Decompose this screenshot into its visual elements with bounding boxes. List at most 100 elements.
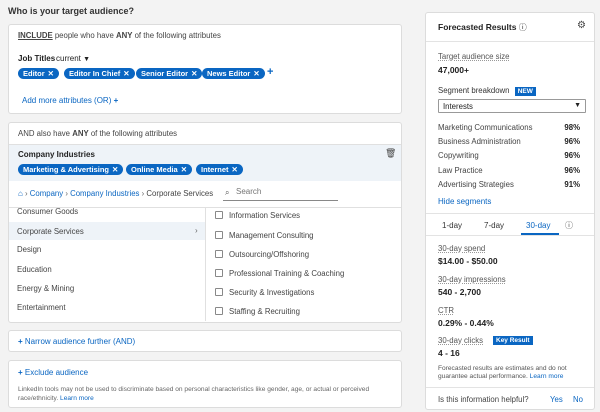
breadcrumb-company[interactable]: Company xyxy=(30,189,63,198)
yes-button[interactable]: Yes xyxy=(550,395,563,404)
pill-marketing-advertising[interactable]: Marketing & Advertising ✕ xyxy=(18,164,124,175)
forecast-footnote: Forecasted results are estimates and do … xyxy=(438,365,567,380)
add-more-attributes-button[interactable]: Add more attributes (OR) + xyxy=(22,96,118,105)
segment-name: Law Practice xyxy=(438,166,483,175)
forecast-divider xyxy=(426,41,594,42)
breadcrumb-company-industries[interactable]: Company Industries xyxy=(70,189,139,198)
pill-senior-editor[interactable]: Senior Editor ✕ xyxy=(136,68,203,79)
stat-value: 540 - 2,700 xyxy=(438,287,482,297)
remove-icon[interactable]: ✕ xyxy=(123,69,129,78)
segment-name: Copywriting xyxy=(438,151,479,160)
checkbox[interactable] xyxy=(215,269,223,277)
right-list-item[interactable]: Management Consulting xyxy=(229,231,314,240)
include-card: INCLUDE people who have ANY of the follo… xyxy=(8,24,402,114)
target-size-label: Target audience size xyxy=(438,52,510,61)
and-card: AND also have ANY of the following attri… xyxy=(8,122,402,323)
remove-icon[interactable]: ✕ xyxy=(112,165,118,174)
tab-7-day[interactable]: 7-day xyxy=(484,221,504,230)
remove-icon[interactable]: ✕ xyxy=(253,69,259,78)
stat-label: 30-day clicks xyxy=(438,336,484,345)
no-button[interactable]: No xyxy=(573,395,583,404)
forecast-title: Forecasted Results ⓘ xyxy=(438,22,527,32)
search-input[interactable] xyxy=(236,187,336,196)
search-icon: ⌕ xyxy=(225,188,230,197)
tab-30-day[interactable]: 30-day xyxy=(526,221,550,230)
footnote-learn-more-link[interactable]: Learn more xyxy=(530,373,564,380)
right-list-item[interactable]: Outsourcing/Offshoring xyxy=(229,250,309,259)
stat-label: 30-day spend xyxy=(438,244,486,253)
gear-icon[interactable]: ⚙ xyxy=(577,20,586,31)
learn-more-link[interactable]: Learn more xyxy=(60,395,94,402)
segment-breakdown-label: Segment breakdown NEW xyxy=(438,86,536,96)
plus-icon: + xyxy=(113,96,119,105)
checkbox[interactable] xyxy=(215,288,223,296)
checkbox[interactable] xyxy=(215,307,223,315)
left-list-item[interactable]: Education xyxy=(17,265,52,274)
right-list-item[interactable]: Staffing & Recruiting xyxy=(229,307,300,316)
pill-internet[interactable]: Internet ✕ xyxy=(196,164,243,175)
plus-icon: + xyxy=(18,368,23,377)
remove-icon[interactable]: ✕ xyxy=(48,69,54,78)
exclude-disclaimer: LinkedIn tools may not be used to discri… xyxy=(18,386,370,402)
home-icon[interactable]: ⌂ xyxy=(18,189,23,198)
segment-pct: 98% xyxy=(564,123,580,132)
chevron-right-icon: › xyxy=(195,226,198,235)
narrow-audience-button[interactable]: + Narrow audience further (AND) xyxy=(18,337,135,346)
trash-icon[interactable]: 🗑 xyxy=(385,148,396,159)
job-titles-mode-dropdown[interactable]: current ▼ xyxy=(56,54,90,63)
right-list-item[interactable]: Information Services xyxy=(229,211,300,220)
narrow-card: + Narrow audience further (AND) xyxy=(8,330,402,352)
search-field[interactable]: ⌕ xyxy=(223,186,338,201)
stat-value: 0.29% - 0.44% xyxy=(438,318,494,328)
segment-name: Advertising Strategies xyxy=(438,180,514,189)
left-list-item[interactable]: Entertainment xyxy=(17,303,66,312)
tabs-top-divider xyxy=(426,213,594,214)
and-description: AND also have ANY of the following attri… xyxy=(18,129,178,138)
segment-pct: 91% xyxy=(564,180,580,189)
left-list-item[interactable]: Energy & Mining xyxy=(17,284,74,293)
right-list-item[interactable]: Security & Investigations xyxy=(229,288,314,297)
stat-value: 4 - 16 xyxy=(438,348,460,358)
segment-dropdown[interactable]: Interests ▼ xyxy=(438,99,586,113)
include-description: INCLUDE people who have ANY of the follo… xyxy=(18,31,221,40)
remove-icon[interactable]: ✕ xyxy=(181,165,187,174)
checkbox[interactable] xyxy=(215,211,223,219)
segment-dropdown-value: Interests xyxy=(443,102,473,111)
tab-1-day[interactable]: 1-day xyxy=(442,221,462,230)
add-title-icon[interactable]: + xyxy=(267,66,273,78)
checkbox[interactable] xyxy=(215,250,223,258)
segment-pct: 96% xyxy=(564,151,580,160)
right-list-item[interactable]: Professional Training & Coaching xyxy=(229,269,344,278)
target-size-value: 47,000+ xyxy=(438,65,469,75)
pill-editor[interactable]: Editor ✕ xyxy=(18,68,59,79)
new-badge: NEW xyxy=(514,87,536,96)
help-icon[interactable]: ⓘ xyxy=(565,220,573,231)
exclude-audience-button[interactable]: + Exclude audience xyxy=(18,368,88,377)
segment-name: Business Administration xyxy=(438,137,521,146)
plus-icon: + xyxy=(18,337,23,346)
left-list-item[interactable]: Consumer Goods xyxy=(17,207,78,216)
stat-value: $14.00 - $50.00 xyxy=(438,256,498,266)
audience-heading: Who is your target audience? xyxy=(8,6,135,16)
breadcrumb: ⌂ › Company › Company Industries › Corpo… xyxy=(18,189,214,198)
company-industries-label: Company Industries xyxy=(18,150,95,159)
pill-editor-in-chief[interactable]: Editor In Chief ✕ xyxy=(64,68,135,79)
job-titles-label: Job Titles xyxy=(18,54,56,63)
caret-down-icon: ▼ xyxy=(574,102,581,109)
pill-news-editor[interactable]: News Editor ✕ xyxy=(202,68,265,79)
help-icon[interactable]: ⓘ xyxy=(519,23,527,32)
forecast-panel: Forecasted Results ⓘ ⚙ Target audience s… xyxy=(425,12,595,410)
left-list-item[interactable]: Design xyxy=(17,245,41,254)
key-result-badge: Key Result xyxy=(493,336,533,345)
stat-label: 30-day impressions xyxy=(438,275,506,284)
segment-pct: 96% xyxy=(564,166,580,175)
pill-online-media[interactable]: Online Media ✕ xyxy=(126,164,192,175)
remove-icon[interactable]: ✕ xyxy=(232,165,238,174)
segment-name: Marketing Communications xyxy=(438,123,533,132)
list-column-divider xyxy=(205,207,206,321)
breadcrumb-current: Corporate Services xyxy=(146,189,214,198)
checkbox[interactable] xyxy=(215,231,223,239)
left-list-item-selected[interactable]: Corporate Services xyxy=(17,227,84,236)
hide-segments-link[interactable]: Hide segments xyxy=(438,197,491,206)
remove-icon[interactable]: ✕ xyxy=(191,69,197,78)
